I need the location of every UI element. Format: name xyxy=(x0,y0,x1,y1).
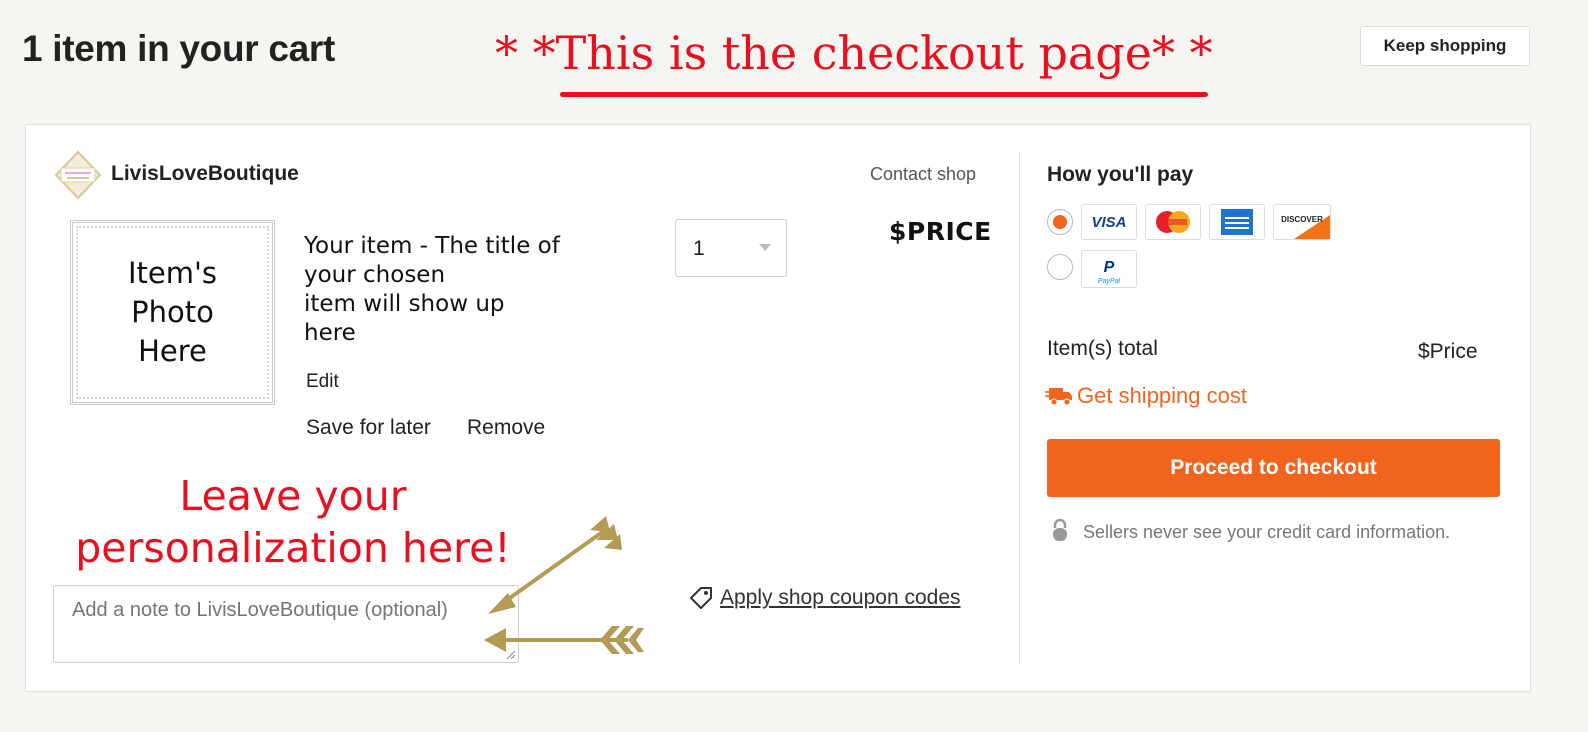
svg-text:VISA: VISA xyxy=(1091,214,1126,231)
item-price: $PRICE xyxy=(889,217,992,246)
checkout-annotation: * *This is the checkout page* * xyxy=(495,26,1213,80)
svg-text:DISCOVER: DISCOVER xyxy=(1281,215,1323,224)
radio-selected-dot xyxy=(1053,215,1067,229)
edit-link[interactable]: Edit xyxy=(306,371,339,393)
svg-text:P: P xyxy=(1104,259,1115,276)
photo-placeholder-line: Here xyxy=(138,334,207,368)
apply-coupon-link[interactable]: Apply shop coupon codes xyxy=(720,586,961,610)
proceed-to-checkout-button[interactable]: Proceed to checkout xyxy=(1047,439,1500,497)
shop-logo[interactable] xyxy=(53,150,103,200)
photo-placeholder-line: Item's xyxy=(127,256,218,290)
annotation-line: Leave your xyxy=(179,472,407,520)
mastercard-logo xyxy=(1156,211,1190,233)
card-payment-radio[interactable] xyxy=(1047,209,1073,235)
item-title-line: Your item - The title of xyxy=(304,233,560,259)
items-total-value: $Price xyxy=(1418,340,1478,363)
visa-icon: VISA xyxy=(1081,204,1137,240)
arrow-annotation-icon xyxy=(484,516,644,654)
chevron-down-icon xyxy=(759,244,771,251)
truck-icon xyxy=(1045,388,1072,406)
get-shipping-cost-link[interactable]: Get shipping cost xyxy=(1077,383,1247,409)
paypal-payment-radio[interactable] xyxy=(1047,254,1073,280)
photo-placeholder-line: Photo xyxy=(131,295,214,329)
personalization-annotation: Leave your personalization here! xyxy=(58,470,528,574)
visa-logo: VISA xyxy=(1091,214,1126,231)
item-title-line: your chosen xyxy=(304,262,446,288)
annotation-text: This is the checkout page xyxy=(555,26,1152,80)
payment-title: How you'll pay xyxy=(1047,163,1194,186)
save-for-later-link[interactable]: Save for later xyxy=(306,416,431,440)
discover-icon: DISCOVER xyxy=(1273,204,1331,240)
contact-shop-link[interactable]: Contact shop xyxy=(870,164,976,185)
annotation-line: personalization here! xyxy=(75,524,511,572)
paypal-text: PayPal xyxy=(1098,278,1121,285)
note-to-seller-input[interactable] xyxy=(53,585,519,663)
shop-name[interactable]: LivisLoveBoutique xyxy=(111,162,299,186)
secure-payment-note: Sellers never see your credit card infor… xyxy=(1083,522,1451,542)
paypal-logo: P PayPal xyxy=(1098,259,1121,285)
item-title-line: here xyxy=(304,320,356,346)
panel-divider xyxy=(1019,152,1020,664)
keep-shopping-button[interactable]: Keep shopping xyxy=(1360,26,1530,66)
cart-title: 1 item in your cart xyxy=(22,28,336,69)
discover-logo: DISCOVER xyxy=(1281,215,1330,239)
amex-icon xyxy=(1209,204,1265,240)
annotation-underline xyxy=(560,92,1208,97)
item-photo-placeholder[interactable]: Item's Photo Here xyxy=(70,220,275,405)
tag-icon xyxy=(690,587,712,609)
amex-logo xyxy=(1221,209,1253,235)
item-title[interactable]: Your item - The title of your chosen ite… xyxy=(304,232,604,348)
annotation-prefix: * * xyxy=(495,26,556,80)
item-title-line: item will show up xyxy=(304,291,505,317)
items-total-label: Item(s) total xyxy=(1047,337,1158,360)
lock-icon xyxy=(1053,518,1067,541)
paypal-icon: P PayPal xyxy=(1081,250,1137,288)
annotation-suffix: * * xyxy=(1152,26,1213,80)
mastercard-icon xyxy=(1145,204,1201,240)
remove-link[interactable]: Remove xyxy=(467,416,545,440)
quantity-value: 1 xyxy=(693,237,705,260)
